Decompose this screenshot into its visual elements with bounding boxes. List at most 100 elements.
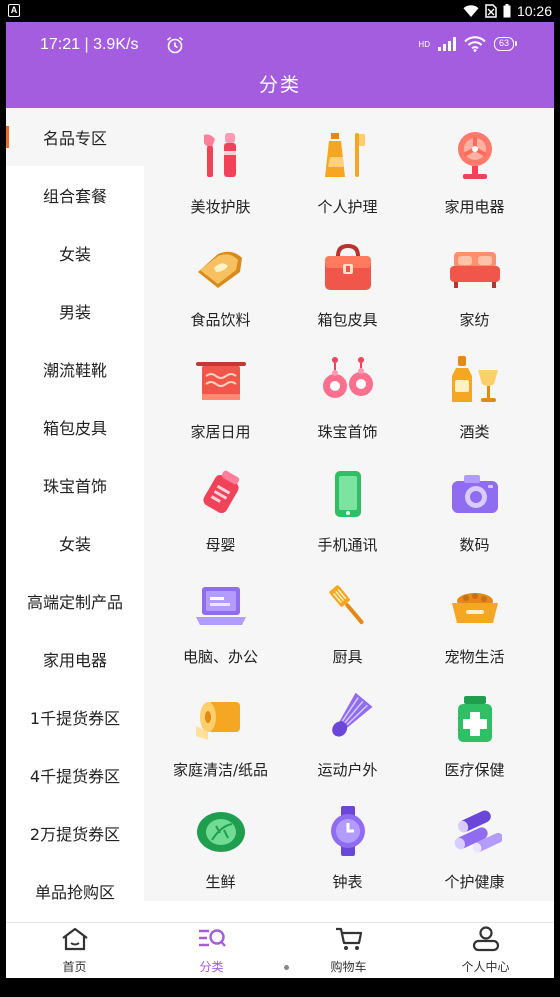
nav-label: 个人中心 xyxy=(461,960,510,974)
mobile-phone-icon xyxy=(316,462,380,526)
user-icon xyxy=(471,926,501,956)
sidebar-category-item[interactable]: 1千提货券区 xyxy=(6,688,144,746)
sidebar-category-item[interactable]: 家用电器 xyxy=(6,630,144,688)
makeup-brush-icon xyxy=(189,124,253,188)
bottom-navigation: 首页 分类 购物车 个人中心 xyxy=(6,922,554,978)
logs-icon xyxy=(443,799,507,863)
subcategory-label: 个人护理 xyxy=(317,198,378,216)
sidebar-category-item[interactable]: 女装 xyxy=(6,224,144,282)
subcategory-tile[interactable]: 箱包皮具 xyxy=(284,237,411,350)
subcategory-label: 生鲜 xyxy=(205,873,236,891)
nav-item-category-search[interactable]: 分类 xyxy=(143,923,280,978)
subcategory-label: 食品饮料 xyxy=(190,310,251,329)
battery-level: 63 xyxy=(493,37,518,51)
subcategory-label: 医疗保健 xyxy=(444,760,505,779)
subcategory-label: 家用电器 xyxy=(444,198,505,216)
subcategory-tile[interactable]: 家居日用 xyxy=(157,349,284,462)
subcategory-tile[interactable]: 手机通讯 xyxy=(284,462,411,575)
indicator-dot xyxy=(284,965,289,970)
subcategory-tile[interactable]: 家用电器 xyxy=(411,124,538,237)
subcategory-tile[interactable]: 个护健康 xyxy=(411,799,538,901)
wifi-icon xyxy=(464,36,486,52)
network-type-label: HD xyxy=(418,39,430,49)
subcategory-tile[interactable]: 家纺 xyxy=(411,237,538,350)
subcategory-tile[interactable]: 酒类 xyxy=(411,349,538,462)
subcategory-tile[interactable]: 美妆护肤 xyxy=(157,124,284,237)
subcategory-label: 数码 xyxy=(459,535,490,554)
sidebar-category-item[interactable]: 2万提货券区 xyxy=(6,804,144,862)
sidebar-category-item[interactable]: 4千提货券区 xyxy=(6,746,144,804)
subcategory-label: 厨具 xyxy=(332,648,363,666)
app-status-bar: 17:21 | 3.9K/s HD 63 xyxy=(6,22,554,70)
subcategory-label: 箱包皮具 xyxy=(317,310,378,329)
subcategory-tile[interactable]: 母婴 xyxy=(157,462,284,575)
subcategory-label: 手机通讯 xyxy=(317,535,378,554)
sidebar-category-item[interactable]: 单品抢购区 xyxy=(6,862,144,901)
subcategory-tile[interactable]: 食品饮料 xyxy=(157,237,284,350)
wine-bottle-icon xyxy=(443,349,507,413)
sidebar-category-item[interactable]: 潮流鞋靴 xyxy=(6,340,144,398)
category-sidebar: 名品专区 组合套餐 女装 男装 潮流鞋靴 箱包皮具 珠宝首饰 女装 高端定制产品 家用电器 1千提货… xyxy=(6,108,144,901)
nav-label: 分类 xyxy=(199,960,224,974)
nav-item-home[interactable]: 首页 xyxy=(6,923,143,978)
frame-bottom xyxy=(0,978,560,997)
subcategory-tile[interactable]: 珠宝首饰 xyxy=(284,349,411,462)
sidebar-category-item[interactable]: 男装 xyxy=(6,282,144,340)
signal-bars-icon xyxy=(437,37,456,51)
subcategory-label: 运动户外 xyxy=(317,760,378,779)
medicine-bottle-icon xyxy=(443,687,507,751)
cabbage-icon xyxy=(189,799,253,863)
subcategory-label: 个护健康 xyxy=(444,873,505,891)
sidebar-category-item[interactable]: 箱包皮具 xyxy=(6,398,144,456)
app-header: 17:21 | 3.9K/s HD 63 分类 xyxy=(6,22,554,108)
subcategory-tile[interactable]: 宠物生活 xyxy=(411,574,538,687)
subcategory-tile[interactable]: 医疗保健 xyxy=(411,687,538,800)
alarm-icon xyxy=(166,36,184,54)
subcategory-tile[interactable]: 运动户外 xyxy=(284,687,411,800)
tissue-roll-icon xyxy=(189,687,253,751)
baby-bottle-bag-icon xyxy=(189,462,253,526)
category-search-icon xyxy=(197,926,227,956)
subcategory-label: 家纺 xyxy=(459,310,490,329)
subcategory-tile[interactable]: 数码 xyxy=(411,462,538,575)
cart-icon xyxy=(334,926,364,956)
wifi-icon xyxy=(463,4,479,17)
subcategory-label: 电脑、办公 xyxy=(182,648,258,666)
subcategory-tile[interactable]: 厨具 xyxy=(284,574,411,687)
status-time-speed: 17:21 | 3.9K/s xyxy=(40,36,139,53)
system-status-bar: A 10:26 xyxy=(0,0,560,22)
battery-icon xyxy=(503,4,511,18)
subcategory-tile[interactable]: 钟表 xyxy=(284,799,411,901)
sidebar-category-item[interactable]: 珠宝首饰 xyxy=(6,456,144,514)
subcategory-label: 家庭清洁/纸品 xyxy=(172,760,269,779)
subcategory-tile[interactable]: 电脑、办公 xyxy=(157,574,284,687)
page-title: 分类 xyxy=(258,74,301,96)
subcategory-label: 宠物生活 xyxy=(444,648,505,666)
subcategory-label: 珠宝首饰 xyxy=(317,423,378,441)
toothpaste-icon xyxy=(316,124,380,188)
system-clock: 10:26 xyxy=(516,3,552,19)
sofa-bed-icon xyxy=(443,237,507,301)
subcategory-grid: 美妆护肤 个人护理 家用电器食品饮料 箱包皮具 家纺家居日用 珠宝首饰 酒类母婴 手机通讯 数码… xyxy=(144,108,554,901)
watch-icon xyxy=(316,799,380,863)
towel-rack-icon xyxy=(189,349,253,413)
sidebar-category-item[interactable]: 组合套餐 xyxy=(6,166,144,224)
shuttlecock-icon xyxy=(316,687,380,751)
subcategory-label: 家居日用 xyxy=(190,423,251,441)
earrings-icon xyxy=(316,349,380,413)
subcategory-tile[interactable]: 个人护理 xyxy=(284,124,411,237)
spatula-icon xyxy=(316,574,380,638)
subcategory-label: 美妆护肤 xyxy=(190,198,251,216)
subcategory-panel: 美妆护肤 个人护理 家用电器食品饮料 箱包皮具 家纺家居日用 珠宝首饰 酒类母婴 手机通讯 数码… xyxy=(144,108,554,901)
pet-bowl-icon xyxy=(443,574,507,638)
sidebar-category-item[interactable]: 高端定制产品 xyxy=(6,572,144,630)
nav-label: 购物车 xyxy=(330,960,367,974)
fan-icon xyxy=(443,124,507,188)
subcategory-tile[interactable]: 家庭清洁/纸品 xyxy=(157,687,284,800)
nav-label: 首页 xyxy=(62,960,87,974)
nav-item-user[interactable]: 个人中心 xyxy=(417,923,554,978)
subcategory-tile[interactable]: 生鲜 xyxy=(157,799,284,901)
sidebar-category-item[interactable]: 女装 xyxy=(6,514,144,572)
sidebar-category-item[interactable]: 名品专区 xyxy=(6,108,144,166)
nav-item-cart[interactable]: 购物车 xyxy=(280,923,417,978)
